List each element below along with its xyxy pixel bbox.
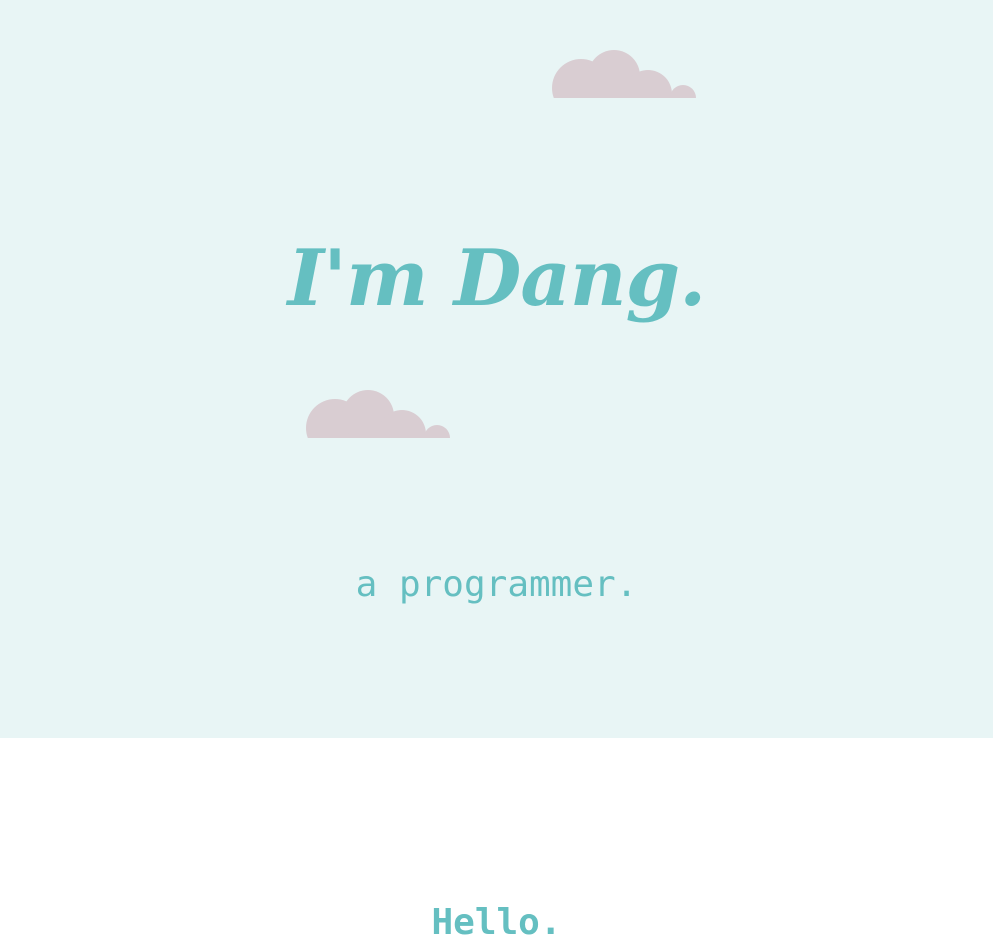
hero-subtitle: a programmer.	[355, 564, 638, 605]
intro-heading: Hello.	[431, 901, 562, 943]
hero-title: I'm Dang.	[287, 233, 707, 325]
cloud-icon	[546, 48, 696, 98]
cloud-icon	[300, 388, 450, 438]
hero-section: I'm Dang. a programmer.	[0, 0, 993, 738]
